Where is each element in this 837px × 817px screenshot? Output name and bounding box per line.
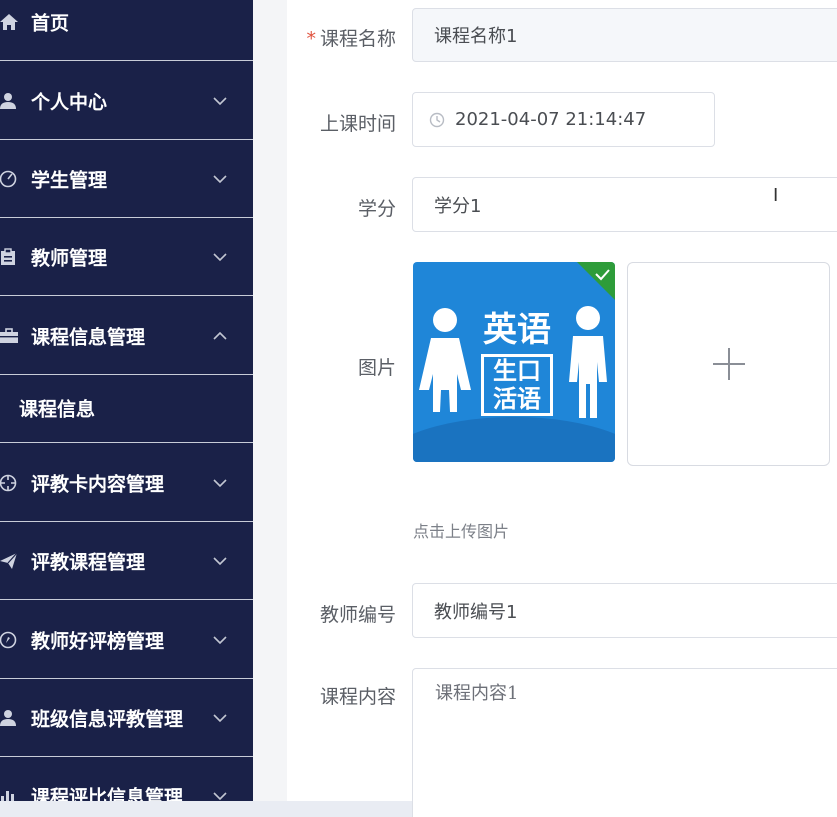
chevron-down-icon xyxy=(213,174,227,183)
briefcase-icon xyxy=(0,326,20,346)
teacher-id-value: 教师编号1 xyxy=(434,601,518,623)
uploaded-image-thumbnail[interactable]: 英语 生口 活语 xyxy=(413,262,615,462)
gauge-icon xyxy=(0,169,20,189)
sidebar-item-label: 学生管理 xyxy=(31,169,108,191)
thumbnail-subtitle-line1: 生口 xyxy=(493,357,541,385)
sidebar-item-course-info-management[interactable]: 课程信息管理 xyxy=(0,297,253,375)
class-time-label: 上课时间 xyxy=(319,113,396,135)
sidebar-item-course-comparison-management[interactable]: 课程评比信息管理 xyxy=(0,757,253,801)
user-icon xyxy=(0,91,20,111)
content-label: 课程内容 xyxy=(319,686,396,708)
image-upload-button[interactable] xyxy=(627,262,830,466)
compass-icon xyxy=(0,630,20,650)
content-textarea[interactable]: 课程内容1 xyxy=(412,668,837,817)
thumbnail-subtitle-line2: 活语 xyxy=(493,385,541,413)
class-time-value: 2021-04-07 21:14:47 xyxy=(455,109,647,130)
credit-label: 学分 xyxy=(357,198,396,220)
sidebar: 首页 个人中心 学生管理 教师管理 课程信息管理 课程信息 评教卡内容管理 评教… xyxy=(0,0,253,801)
thumbnail-subtitle-box: 生口 活语 xyxy=(481,354,553,416)
sidebar-item-label: 课程信息管理 xyxy=(31,326,146,348)
required-mark: * xyxy=(306,28,316,50)
sidebar-subitem-label: 课程信息 xyxy=(19,398,96,420)
sidebar-item-student-management[interactable]: 学生管理 xyxy=(0,140,253,218)
sidebar-item-label: 教师管理 xyxy=(31,247,108,269)
sidebar-item-evaluation-course-management[interactable]: 评教课程管理 xyxy=(0,522,253,600)
sidebar-item-label: 评教卡内容管理 xyxy=(31,473,165,495)
course-name-label: * 课程名称 xyxy=(276,24,396,51)
upload-hint: 点击上传图片 xyxy=(413,522,510,541)
sidebar-item-label: 个人中心 xyxy=(31,91,108,113)
sidebar-item-label: 评教课程管理 xyxy=(31,551,146,573)
text-cursor-icon: I xyxy=(773,185,779,206)
home-icon xyxy=(0,12,20,32)
plus-icon xyxy=(713,348,745,380)
crosshair-icon xyxy=(0,473,20,493)
teacher-id-label: 教师编号 xyxy=(319,604,396,626)
class-time-picker[interactable]: 2021-04-07 21:14:47 xyxy=(412,92,715,147)
chevron-down-icon xyxy=(213,635,227,644)
chevron-up-icon xyxy=(213,331,227,340)
clipboard-icon xyxy=(0,247,20,267)
sidebar-item-label: 教师好评榜管理 xyxy=(31,630,165,652)
sidebar-item-label: 课程评比信息管理 xyxy=(31,786,184,801)
course-name-label-text: 课程名称 xyxy=(319,28,396,50)
sidebar-item-teacher-management[interactable]: 教师管理 xyxy=(0,218,253,296)
clock-icon xyxy=(429,112,445,127)
sidebar-item-personal-center[interactable]: 个人中心 xyxy=(0,62,253,140)
chevron-down-icon xyxy=(213,713,227,722)
sidebar-item-label: 首页 xyxy=(31,12,70,34)
chevron-down-icon xyxy=(213,478,227,487)
credit-value: 学分1 xyxy=(434,195,482,217)
image-label: 图片 xyxy=(357,357,396,379)
chevron-down-icon xyxy=(213,791,227,800)
course-name-value: 课程名称1 xyxy=(434,26,518,47)
sidebar-item-teacher-ranking-management[interactable]: 教师好评榜管理 xyxy=(0,601,253,679)
bar-chart-icon xyxy=(0,786,20,801)
sidebar-subitem-course-info[interactable]: 课程信息 xyxy=(0,373,253,443)
paper-plane-icon xyxy=(0,551,20,571)
sidebar-item-label: 班级信息评教管理 xyxy=(31,708,184,730)
user-icon xyxy=(0,708,20,728)
sidebar-item-home[interactable]: 首页 xyxy=(0,0,253,61)
course-name-input[interactable]: 课程名称1 xyxy=(412,8,837,62)
teacher-id-input[interactable]: 教师编号1 xyxy=(412,583,837,638)
chevron-down-icon xyxy=(213,556,227,565)
content-value: 课程内容1 xyxy=(435,683,519,704)
chevron-down-icon xyxy=(213,252,227,261)
sidebar-item-class-evaluation-management[interactable]: 班级信息评教管理 xyxy=(0,679,253,757)
sidebar-item-evaluation-card-management[interactable]: 评教卡内容管理 xyxy=(0,444,253,522)
thumbnail-title: 英语 xyxy=(483,310,551,350)
chevron-down-icon xyxy=(213,96,227,105)
